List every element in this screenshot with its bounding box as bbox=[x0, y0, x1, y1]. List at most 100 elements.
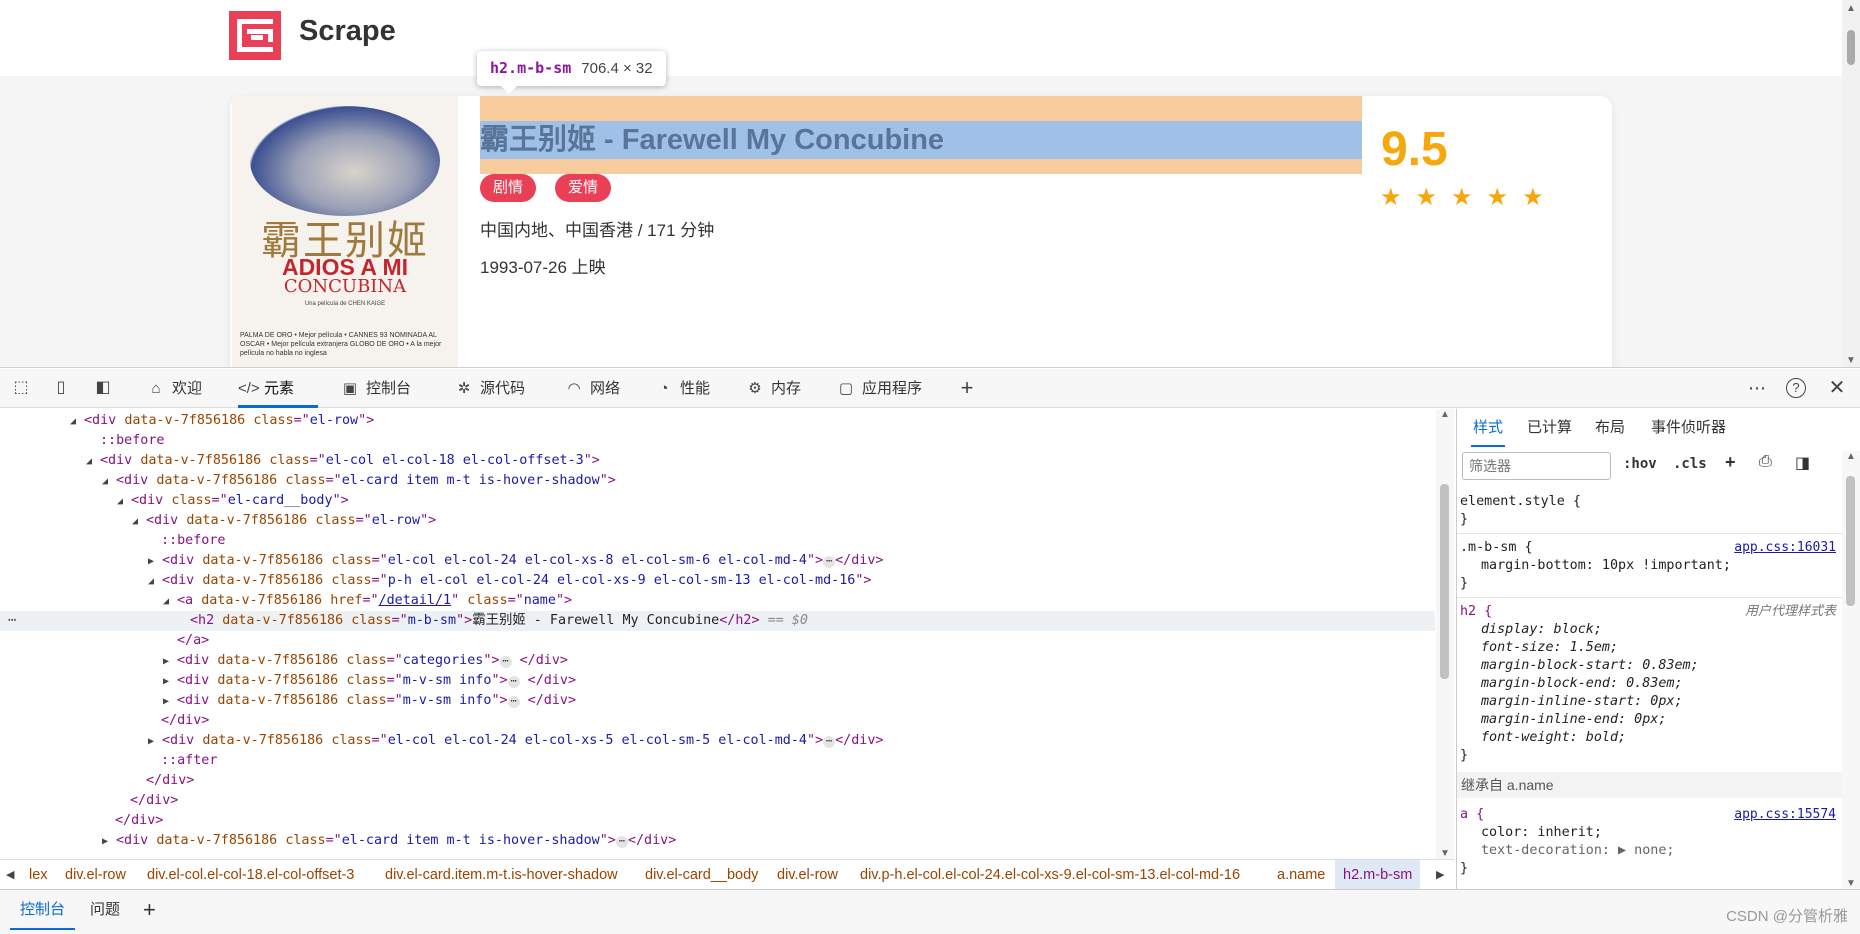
dom-node[interactable]: ◢ <div class="el-card__body"> bbox=[0, 491, 1435, 511]
css-declaration[interactable]: display: block; bbox=[1481, 621, 1602, 639]
styles-scrollbar[interactable]: ▲ ▼ bbox=[1842, 451, 1860, 889]
tab-styles[interactable]: 样式 bbox=[1471, 409, 1506, 447]
rule-selector[interactable]: a { bbox=[1460, 806, 1484, 824]
dom-node[interactable]: ▶ <div data-v-7f856186 class="categories"… bbox=[0, 651, 1435, 671]
collapsed-dots[interactable]: ⋯ bbox=[499, 656, 512, 668]
elements-scrollbar[interactable]: ▲ ▼ bbox=[1436, 409, 1454, 859]
css-declaration[interactable]: color: inherit; bbox=[1481, 824, 1602, 842]
toggle-sidebar-icon[interactable]: ◨ bbox=[1795, 453, 1810, 473]
site-title[interactable]: Scrape bbox=[299, 15, 396, 48]
breadcrumb-item[interactable]: div.p-h.el-col.el-col-24.el-col-xs-9.el-… bbox=[860, 860, 1240, 889]
tab-network[interactable]: ◠ 网络 bbox=[564, 369, 620, 408]
dom-node[interactable]: ▶ <div data-v-7f856186 class="m-v-sm info… bbox=[0, 671, 1435, 691]
css-declaration[interactable]: font-size: 1.5em; bbox=[1481, 639, 1618, 657]
dom-node[interactable]: ▶ <div data-v-7f856186 class="el-card ite… bbox=[0, 831, 1435, 851]
tab-event-listeners[interactable]: 事件侦听器 bbox=[1651, 409, 1726, 447]
close-devtools-icon[interactable]: ✕ bbox=[1826, 377, 1848, 399]
scroll-thumb[interactable] bbox=[1440, 484, 1449, 679]
tab-elements[interactable]: </> 元素 bbox=[238, 369, 319, 408]
inspect-element-icon[interactable]: ⬚ bbox=[10, 377, 32, 399]
dom-pseudo[interactable]: ::after bbox=[0, 751, 1435, 771]
css-declaration[interactable]: margin-block-end: 0.83em; bbox=[1481, 675, 1683, 693]
dom-node[interactable]: ▶ <div data-v-7f856186 class="el-col el-c… bbox=[0, 551, 1435, 571]
dom-node[interactable]: ◢ <a data-v-7f856186 href="/detail/1" cla… bbox=[0, 591, 1435, 611]
scroll-up-icon[interactable]: ▲ bbox=[1846, 451, 1856, 462]
hov-toggle[interactable]: :hov bbox=[1623, 456, 1657, 472]
dom-node[interactable]: ◢ <div data-v-7f856186 class="el-card ite… bbox=[0, 471, 1435, 491]
category-tag[interactable]: 爱情 bbox=[555, 174, 612, 202]
css-declaration[interactable]: margin-block-start: 0.83em; bbox=[1481, 657, 1699, 675]
dom-node[interactable]: ▶ <div data-v-7f856186 class="m-v-sm info… bbox=[0, 691, 1435, 711]
dom-pseudo[interactable]: ::before bbox=[0, 531, 1435, 551]
dock-sidebar-icon[interactable]: ◧ bbox=[92, 377, 114, 399]
scroll-thumb[interactable] bbox=[1846, 476, 1855, 606]
breadcrumb-item[interactable]: lex bbox=[29, 860, 48, 889]
styles-filter-input[interactable] bbox=[1462, 452, 1611, 480]
rule-selector[interactable]: .m-b-sm { bbox=[1460, 539, 1533, 557]
breadcrumb-right-icon[interactable]: ▶ bbox=[1436, 860, 1444, 889]
element-style-selector[interactable]: element.style { bbox=[1460, 493, 1581, 511]
scroll-up-icon[interactable]: ▲ bbox=[1846, 3, 1856, 14]
css-declaration[interactable]: text-decoration: ▶ none; bbox=[1481, 842, 1674, 860]
dom-close-tag[interactable]: </div> bbox=[0, 791, 1435, 811]
drawer-tab-console[interactable]: 控制台 bbox=[10, 890, 76, 930]
device-emulation-icon[interactable]: ▯ bbox=[50, 377, 72, 399]
dom-node[interactable]: ◢ <div data-v-7f856186 class="el-col el-c… bbox=[0, 451, 1435, 471]
breadcrumb-item[interactable]: div.el-row bbox=[65, 860, 126, 889]
tab-memory[interactable]: ⚙ 内存 bbox=[745, 369, 801, 408]
collapsed-dots[interactable]: ⋯ bbox=[615, 836, 628, 848]
category-tag[interactable]: 剧情 bbox=[480, 174, 537, 202]
rule-source-link[interactable]: app.css:15574 bbox=[1734, 806, 1836, 824]
drawer-tab-issues[interactable]: 问题 bbox=[90, 890, 120, 930]
dom-close-tag[interactable]: </div> bbox=[0, 771, 1435, 791]
scroll-up-icon[interactable]: ▲ bbox=[1440, 409, 1450, 420]
dom-close-tag[interactable]: </a> bbox=[0, 631, 1435, 651]
dom-close-tag[interactable]: </div> bbox=[0, 811, 1435, 831]
tab-welcome[interactable]: ⌂ 欢迎 bbox=[146, 369, 202, 408]
scroll-down-icon[interactable]: ▼ bbox=[1846, 355, 1856, 366]
paint-brush-icon[interactable]: ⎙ bbox=[1759, 453, 1772, 471]
tab-layout[interactable]: 布局 bbox=[1595, 409, 1625, 447]
scrape-logo[interactable] bbox=[229, 11, 281, 60]
new-rule-icon[interactable]: + bbox=[1725, 452, 1736, 473]
dom-node[interactable]: ◢ <div data-v-7f856186 class="el-row"> bbox=[0, 411, 1435, 431]
breadcrumb-item[interactable]: div.el-col.el-col-18.el-col-offset-3 bbox=[147, 860, 354, 889]
add-tab-icon[interactable]: + bbox=[956, 377, 978, 399]
breadcrumb-item-current[interactable]: h2.m-b-sm bbox=[1335, 860, 1421, 889]
collapsed-dots[interactable]: ⋯ bbox=[507, 696, 520, 708]
cls-toggle[interactable]: .cls bbox=[1673, 456, 1707, 472]
scroll-down-icon[interactable]: ▼ bbox=[1440, 848, 1450, 859]
rule-source-link[interactable]: app.css:16031 bbox=[1734, 539, 1836, 557]
scroll-thumb[interactable] bbox=[1847, 30, 1855, 65]
tab-application[interactable]: ▢ 应用程序 bbox=[836, 369, 922, 408]
rule-selector[interactable]: h2 { bbox=[1460, 603, 1492, 621]
movie-title[interactable]: 霸王别姬 - Farewell My Concubine bbox=[480, 121, 944, 159]
tab-computed[interactable]: 已计算 bbox=[1527, 409, 1572, 447]
scroll-down-icon[interactable]: ▼ bbox=[1846, 878, 1856, 889]
breadcrumb-item[interactable]: div.el-row bbox=[777, 860, 838, 889]
css-declaration[interactable]: font-weight: bold; bbox=[1481, 729, 1841, 747]
css-declaration[interactable]: margin-inline-end: 0px; bbox=[1481, 711, 1666, 729]
tab-console[interactable]: ▣ 控制台 bbox=[340, 369, 411, 408]
page-scrollbar[interactable]: ▲ ▼ bbox=[1842, 0, 1860, 367]
dom-node[interactable]: ▶ <div data-v-7f856186 class="el-col el-c… bbox=[0, 731, 1435, 751]
dom-node[interactable]: ◢ <div data-v-7f856186 class="p-h el-col … bbox=[0, 571, 1435, 591]
breadcrumb-left-icon[interactable]: ◀ bbox=[6, 860, 14, 889]
help-icon[interactable]: ? bbox=[1786, 378, 1806, 398]
dom-close-tag[interactable]: </div> bbox=[0, 711, 1435, 731]
add-drawer-tab-icon[interactable]: + bbox=[143, 890, 156, 930]
collapsed-dots[interactable]: ⋯ bbox=[823, 736, 836, 748]
collapsed-dots[interactable]: ⋯ bbox=[823, 556, 836, 568]
breadcrumb-item[interactable]: div.el-card.item.m-t.is-hover-shadow bbox=[385, 860, 618, 889]
css-declaration[interactable]: margin-bottom: 10px !important; bbox=[1481, 557, 1731, 575]
collapsed-dots[interactable]: ⋯ bbox=[507, 676, 520, 688]
dom-pseudo[interactable]: ::before bbox=[0, 431, 1435, 451]
tab-sources[interactable]: ✲ 源代码 bbox=[454, 369, 525, 408]
dom-node[interactable]: ◢ <div data-v-7f856186 class="el-row"> bbox=[0, 511, 1435, 531]
movie-poster[interactable]: 霸王别姬 ADIOS A MI CONCUBINA Una película d… bbox=[232, 96, 458, 367]
css-declaration[interactable]: margin-inline-start: 0px; bbox=[1481, 693, 1683, 711]
dom-node-selected[interactable]: ⋯ <h2 data-v-7f856186 class="m-b-sm">霸王别姬… bbox=[0, 611, 1435, 631]
breadcrumb-item[interactable]: a.name bbox=[1277, 860, 1325, 889]
tab-performance[interactable]: ◔ 性能 bbox=[654, 369, 710, 408]
breadcrumb-item[interactable]: div.el-card__body bbox=[645, 860, 758, 889]
